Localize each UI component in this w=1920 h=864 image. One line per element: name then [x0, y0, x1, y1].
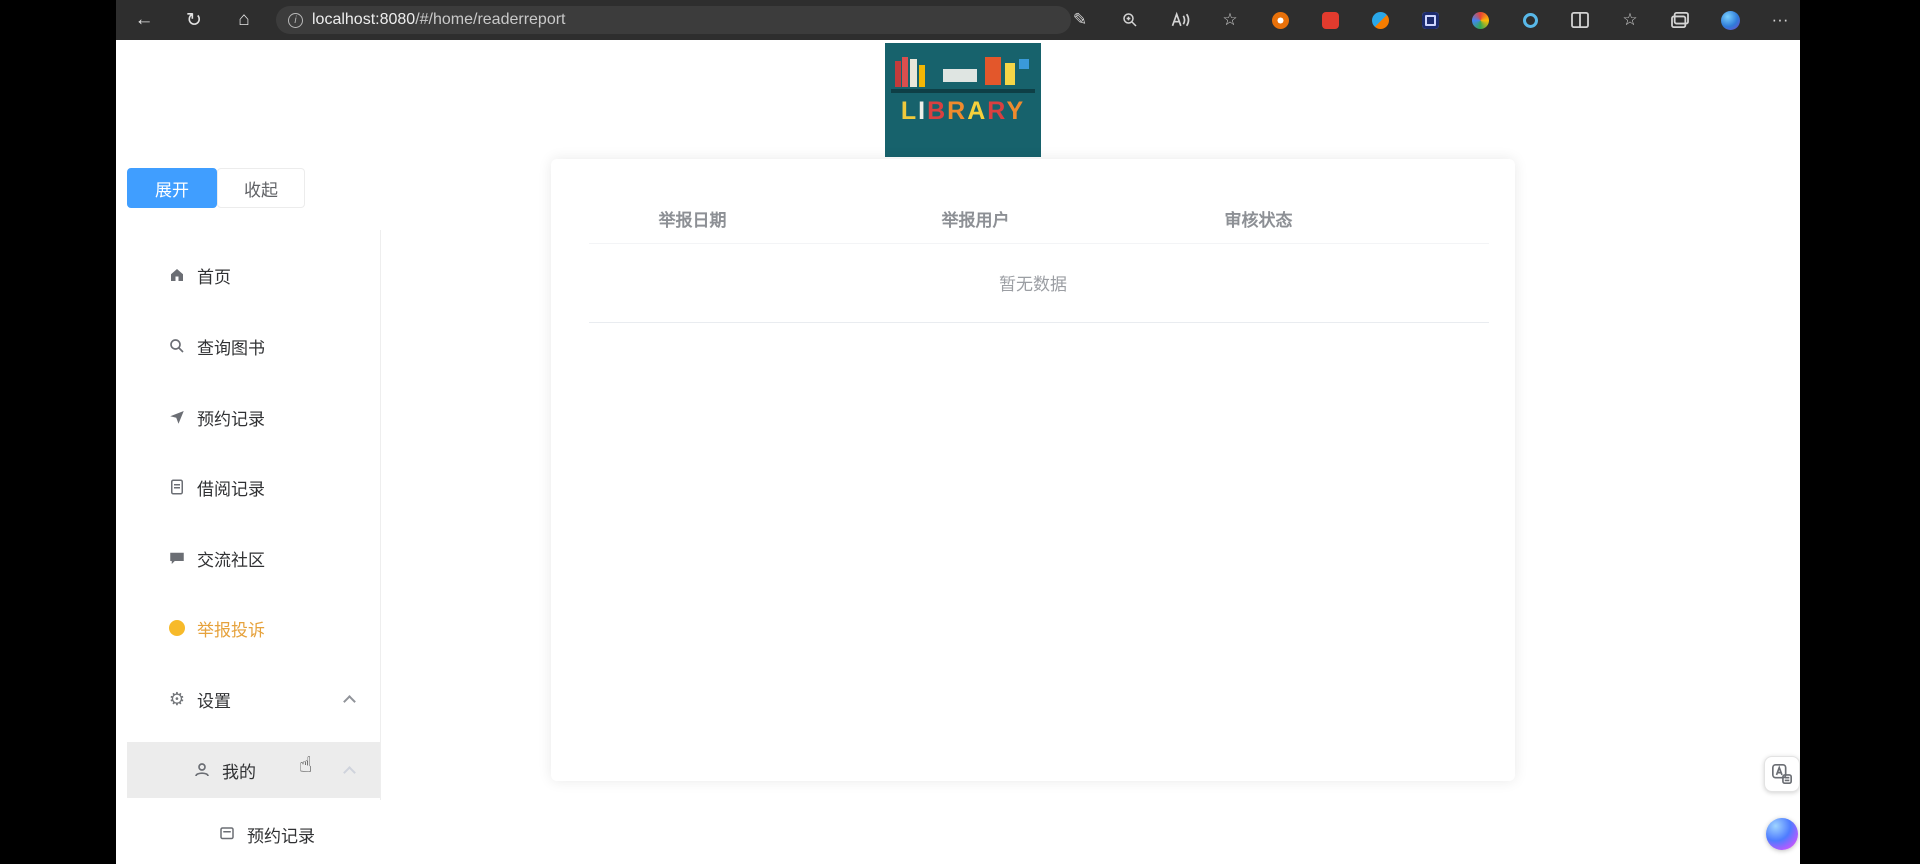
extension-icon-1[interactable]: [1268, 8, 1292, 32]
image-tools-button[interactable]: [1764, 756, 1800, 792]
sidebar-item-label: 首页: [197, 263, 231, 288]
table-empty-text: 暂无数据: [551, 259, 1515, 311]
extension-icon-6[interactable]: [1518, 8, 1542, 32]
site-info-icon[interactable]: i: [288, 13, 303, 28]
table-bottom-divider: [589, 322, 1489, 323]
sidebar-item-settings[interactable]: ⚙ 设置: [127, 671, 380, 727]
toolbar-actions: ✎ ☆: [1068, 0, 1798, 40]
home-icon: [168, 266, 186, 284]
extension-icon-5[interactable]: [1468, 8, 1492, 32]
collapse-sidebar-button[interactable]: 收起: [217, 168, 305, 208]
warning-circle-icon: [168, 619, 186, 637]
sidebar-item-label: 交流社区: [197, 546, 265, 571]
letterbox-left: [0, 0, 116, 864]
table-header-divider: [589, 243, 1489, 244]
sidebar-item-label: 设置: [197, 687, 231, 712]
browser-toolbar: ← ↻ ⌂ i localhost:8080/#/home/readerrepo…: [116, 0, 1800, 40]
logo-word: LIBRARY: [885, 97, 1041, 126]
more-menu-icon[interactable]: ···: [1768, 8, 1792, 32]
report-table-card: 举报日期 举报用户 审核状态 暂无数据: [551, 159, 1515, 781]
table-header-review-status: 审核状态: [1117, 193, 1400, 243]
sidebar-item-label: 预约记录: [197, 405, 265, 430]
mouse-cursor: ☝: [299, 753, 312, 778]
read-aloud-icon[interactable]: [1168, 8, 1192, 32]
url-text: localhost:8080/#/home/readerreport: [312, 11, 566, 29]
chevron-up-icon: [343, 766, 356, 779]
sidebar-item-reservation-records[interactable]: 预约记录: [127, 389, 380, 445]
sidebar-item-borrow-records[interactable]: 借阅记录: [127, 459, 380, 515]
extension-icon-4[interactable]: [1418, 8, 1442, 32]
logo-letter: I: [918, 97, 927, 125]
sidebar-item-label: 预约记录: [247, 822, 315, 847]
search-icon: [168, 337, 186, 355]
logo-book-shape: [910, 59, 917, 87]
sidebar-item-label: 我的: [222, 758, 256, 783]
refresh-button[interactable]: ↻: [180, 6, 208, 34]
logo-clock-shape: [1019, 59, 1029, 69]
back-button[interactable]: ←: [130, 6, 158, 34]
library-logo: LIBRARY: [885, 43, 1041, 157]
logo-open-book-shape: [943, 69, 977, 82]
table-header-report-date: 举报日期: [551, 193, 834, 243]
ink-pen-icon[interactable]: ✎: [1068, 8, 1092, 32]
chat-icon: [168, 549, 186, 567]
screen: ← ↻ ⌂ i localhost:8080/#/home/readerrepo…: [0, 0, 1920, 864]
gear-icon: ⚙: [168, 690, 186, 708]
copilot-button[interactable]: [1766, 818, 1798, 850]
browser-window: ← ↻ ⌂ i localhost:8080/#/home/readerrepo…: [116, 0, 1800, 864]
address-bar[interactable]: i localhost:8080/#/home/readerreport: [276, 6, 1071, 34]
logo-letter: Y: [1006, 97, 1025, 125]
url-host: localhost:8080: [312, 11, 415, 28]
logo-letter: A: [967, 97, 987, 125]
document-icon: [168, 478, 186, 496]
logo-shelf-shape: [891, 89, 1035, 93]
sidebar-item-label: 借阅记录: [197, 475, 265, 500]
home-button[interactable]: ⌂: [230, 6, 258, 34]
user-icon: [193, 761, 211, 779]
sidebar-item-report-complaint[interactable]: 举报投诉: [127, 600, 380, 656]
extension-icon-3[interactable]: [1368, 8, 1392, 32]
favorites-bar-icon[interactable]: ☆: [1618, 8, 1642, 32]
split-screen-icon[interactable]: [1568, 8, 1592, 32]
extension-icon-2[interactable]: [1318, 8, 1342, 32]
chevron-up-icon: [343, 695, 356, 708]
sidebar-item-home[interactable]: 首页: [127, 247, 380, 303]
collections-icon[interactable]: [1668, 8, 1692, 32]
expand-sidebar-button[interactable]: 展开: [127, 168, 217, 208]
sidebar-item-label: 举报投诉: [197, 616, 265, 641]
sidebar-item-community[interactable]: 交流社区: [127, 530, 380, 586]
zoom-icon[interactable]: [1118, 8, 1142, 32]
send-icon: [168, 408, 186, 426]
url-path: /#/home/readerreport: [415, 11, 565, 28]
sidebar-item-mine[interactable]: 我的: [127, 742, 380, 798]
sidebar-item-label: 查询图书: [197, 334, 265, 359]
logo-book-shape: [985, 57, 1001, 85]
logo-book-shape: [902, 57, 908, 87]
logo-letter: B: [927, 97, 947, 125]
letterbox-right: [1800, 0, 1920, 864]
logo-book-shape: [919, 65, 925, 87]
logo-book-shape: [1005, 63, 1015, 85]
logo-book-shape: [895, 61, 901, 87]
favorite-star-icon[interactable]: ☆: [1218, 8, 1242, 32]
logo-letter: R: [987, 97, 1006, 125]
table-header-row: 举报日期 举报用户 审核状态: [551, 193, 1515, 243]
document-icon: [218, 825, 236, 843]
profile-icon[interactable]: [1718, 8, 1742, 32]
sidebar-divider: [380, 230, 381, 800]
sidebar-item-search-books[interactable]: 查询图书: [127, 318, 380, 374]
logo-letter: L: [901, 97, 918, 125]
table-header-report-user: 举报用户: [834, 193, 1117, 243]
logo-letter: R: [947, 97, 967, 125]
app-page: LIBRARY 展开 收起 首页 查询图书: [116, 40, 1800, 864]
sidebar-item-reservation-records-sub[interactable]: 预约记录: [127, 806, 380, 862]
